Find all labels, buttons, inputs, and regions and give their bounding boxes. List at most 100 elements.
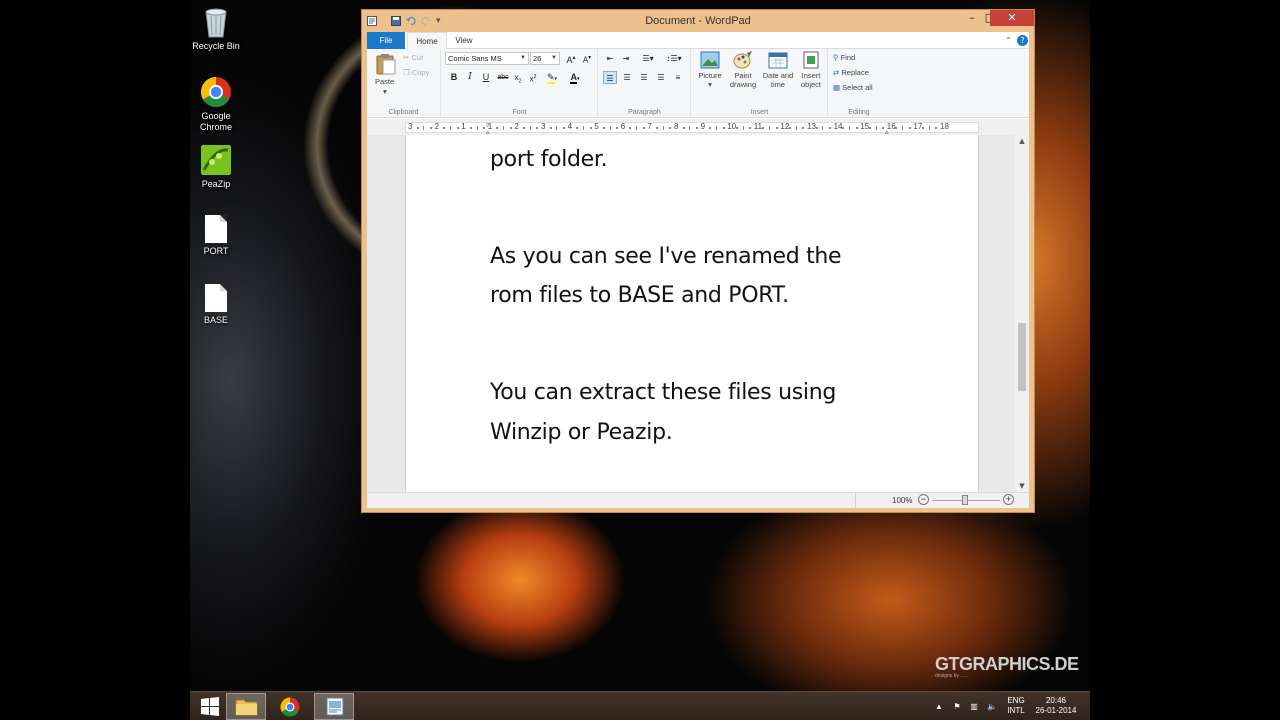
- indent-icon: ⇥: [622, 54, 630, 63]
- ruler-tick: [496, 127, 499, 129]
- insert-object-icon: [803, 51, 819, 69]
- ruler-number: 5: [594, 122, 599, 131]
- zoom-slider-thumb[interactable]: [962, 495, 968, 505]
- clock-time: 20:46: [1045, 696, 1067, 705]
- font-family-select[interactable]: Comic Sans MS ▼: [445, 52, 529, 65]
- grow-font-button[interactable]: A▴: [564, 52, 578, 65]
- desktop-icon-recycle-bin[interactable]: Recycle Bin: [190, 6, 242, 52]
- select-all-label: Select all: [842, 83, 873, 92]
- align-right-button[interactable]: ☰: [637, 71, 651, 84]
- ruler-tick: [875, 126, 877, 130]
- insert-object-button[interactable]: Insert object: [796, 51, 826, 89]
- start-button[interactable]: [190, 693, 230, 720]
- taskbar-file-explorer[interactable]: [226, 693, 266, 720]
- picture-button[interactable]: Picture ▾: [695, 51, 725, 89]
- bullets-button[interactable]: ☰▾: [637, 52, 659, 65]
- editing-group: ⚲ Find ⇄ Replace ▦ Select all Editing: [829, 49, 889, 118]
- replace-label: Replace: [841, 68, 869, 77]
- ruler-tick: [928, 126, 930, 130]
- ruler-tick: [735, 127, 738, 129]
- highlight-color-button[interactable]: ✎▾: [543, 71, 561, 84]
- ruler-tick: [669, 127, 672, 129]
- tab-view[interactable]: View: [449, 32, 479, 49]
- shrink-font-button[interactable]: A▾: [580, 52, 594, 65]
- ribbon-tabs: File Home View ⌃ ?: [367, 32, 1029, 50]
- underline-button[interactable]: U: [480, 71, 492, 84]
- screen: Recycle Bin Google Chrome PeaZip PORT BA…: [0, 0, 1280, 720]
- paste-dropdown-icon[interactable]: ▾: [383, 87, 387, 96]
- title-bar[interactable]: ▾ Document - WordPad – □ ✕: [362, 10, 1034, 32]
- ruler-tick: [609, 126, 611, 130]
- strikethrough-button[interactable]: abc: [496, 71, 510, 84]
- align-center-button[interactable]: ☰: [620, 71, 634, 84]
- desktop-icon-google-chrome[interactable]: Google Chrome: [190, 76, 242, 133]
- ruler-number: 3: [408, 122, 413, 131]
- find-button[interactable]: ⚲ Find: [833, 53, 855, 62]
- paste-button[interactable]: Paste: [375, 77, 394, 86]
- font-color-button[interactable]: A▾: [566, 71, 584, 84]
- zoom-in-button[interactable]: +: [1003, 494, 1014, 505]
- desktop-icon-label: PeaZip: [201, 179, 231, 189]
- help-icon[interactable]: ?: [1017, 35, 1028, 46]
- bullet-list-icon: ☰▾: [642, 54, 654, 63]
- copy-button[interactable]: ❐ Copy: [403, 68, 429, 77]
- ruler-tick: [416, 127, 419, 129]
- action-center-flag-icon[interactable]: ⚑: [950, 692, 964, 720]
- scroll-down-icon[interactable]: ▼: [1015, 482, 1029, 490]
- show-hidden-icons[interactable]: ▲: [934, 692, 944, 720]
- replace-button[interactable]: ⇄ Replace: [833, 68, 869, 77]
- document-line: rom files to BASE and PORT.: [490, 283, 789, 308]
- select-all-button[interactable]: ▦ Select all: [833, 83, 873, 92]
- line-spacing-button[interactable]: ↕☰▾: [663, 52, 685, 65]
- network-icon[interactable]: ▥: [967, 692, 981, 720]
- vertical-scrollbar[interactable]: ▲ ▼: [1015, 135, 1029, 492]
- file-icon: [205, 215, 227, 243]
- ruler-tick: [503, 126, 505, 130]
- minimize-ribbon-icon[interactable]: ⌃: [1003, 35, 1014, 46]
- ruler-number: 6: [620, 122, 626, 131]
- increase-indent-button[interactable]: ⇥: [619, 52, 633, 65]
- font-size-select[interactable]: 26 ▼: [530, 52, 560, 65]
- taskbar-wordpad[interactable]: [314, 693, 354, 720]
- date-time-button[interactable]: Date and time: [761, 51, 795, 89]
- group-label-paragraph: Paragraph: [628, 109, 661, 116]
- ruler-tick: [775, 127, 778, 129]
- ruler-tick: [469, 127, 472, 129]
- justify-button[interactable]: ☰: [654, 71, 668, 84]
- ruler-tick: [842, 127, 845, 129]
- superscript-button[interactable]: x2: [527, 71, 539, 84]
- align-center-icon: ☰: [623, 73, 631, 82]
- file-icon: [205, 284, 227, 312]
- tab-file[interactable]: File: [367, 32, 405, 49]
- italic-button[interactable]: I: [464, 71, 476, 84]
- cut-button[interactable]: ✂ Cut: [403, 53, 423, 62]
- subscript-button[interactable]: x2: [512, 71, 524, 85]
- desktop-icon-port[interactable]: PORT: [190, 215, 242, 257]
- bold-button[interactable]: B: [448, 71, 460, 84]
- zoom-level: 100%: [892, 496, 913, 505]
- ruler-tick: [709, 127, 712, 129]
- ruler-tick: [662, 126, 664, 130]
- paragraph-settings-button[interactable]: ≡: [671, 71, 685, 84]
- desktop-icon-label: BASE: [203, 315, 228, 325]
- document-page[interactable]: port folder. As you can see I've renamed…: [405, 135, 979, 492]
- ruler-tick: [908, 127, 911, 129]
- tab-home[interactable]: Home: [407, 32, 447, 50]
- taskbar-chrome[interactable]: [270, 693, 310, 720]
- zoom-out-button[interactable]: −: [918, 494, 929, 505]
- input-language[interactable]: ENG INTL: [1002, 692, 1030, 720]
- paint-drawing-button[interactable]: Paint drawing: [726, 51, 760, 89]
- clock[interactable]: 20:46 26-01-2014: [1032, 692, 1080, 720]
- scroll-up-icon[interactable]: ▲: [1015, 137, 1029, 145]
- volume-icon[interactable]: 🔈: [985, 692, 999, 720]
- font-group: Comic Sans MS ▼ 26 ▼ A▴ A▾ B I U abc x2 x2…: [442, 49, 598, 118]
- ruler-number: 13: [807, 122, 816, 131]
- desktop-icon-peazip[interactable]: PeaZip: [190, 144, 242, 190]
- picture-label: Picture: [698, 71, 722, 80]
- scrollbar-thumb[interactable]: [1018, 323, 1026, 391]
- ruler[interactable]: 3 2 1 1 2 3 4 5 6 7 8 9 10 11 12 13 14 15 16 17 18 ▿ ▵ ▵: [405, 121, 979, 136]
- align-left-button[interactable]: ☰: [603, 71, 617, 84]
- desktop-icon-base[interactable]: BASE: [190, 284, 242, 326]
- decrease-indent-button[interactable]: ⇤: [603, 52, 617, 65]
- close-button[interactable]: ✕: [990, 10, 1034, 26]
